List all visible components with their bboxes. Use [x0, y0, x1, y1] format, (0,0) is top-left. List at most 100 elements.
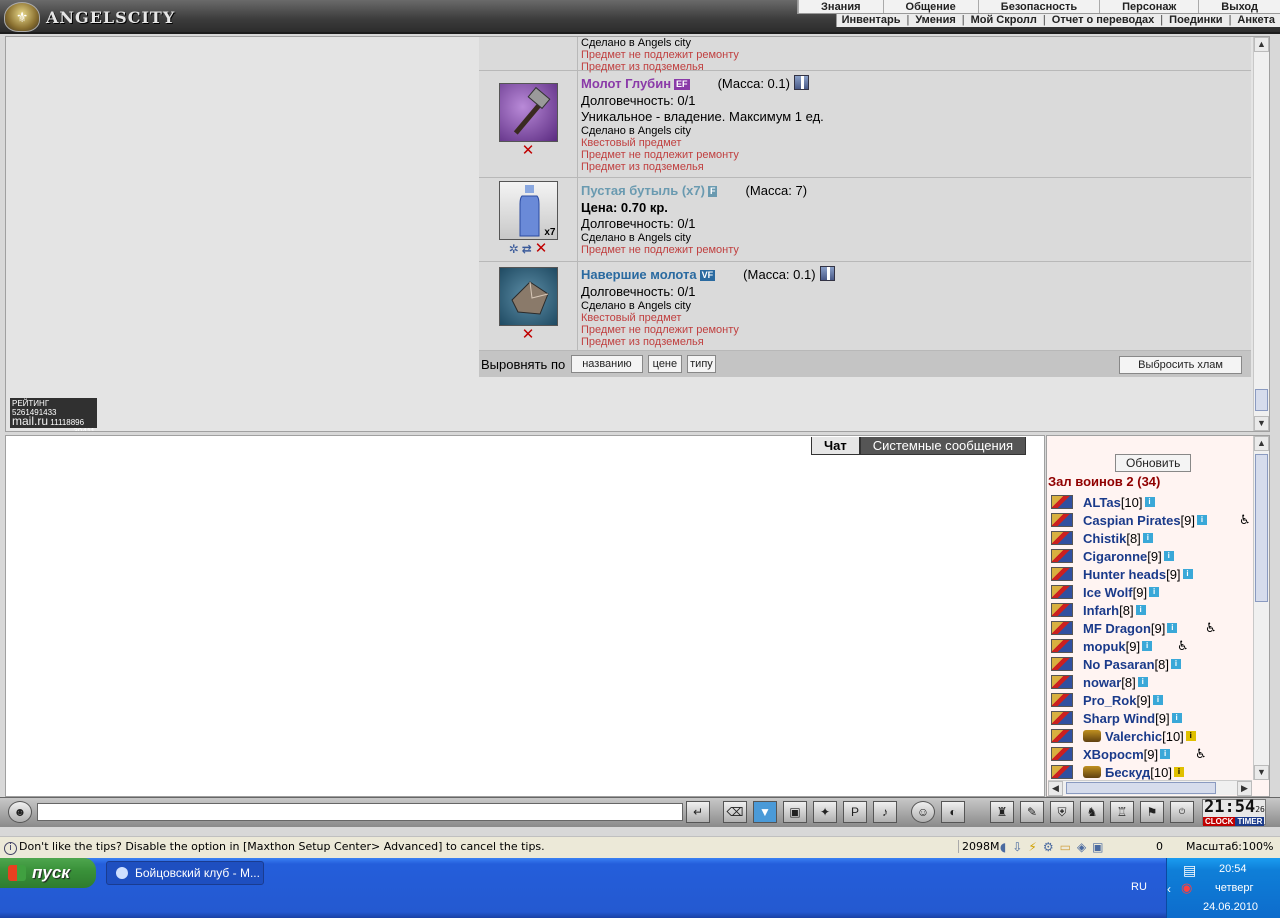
delete-icon[interactable]: ✕	[522, 143, 535, 158]
private-message-icon[interactable]	[1051, 639, 1073, 653]
private-message-icon[interactable]	[1051, 693, 1073, 707]
menu-communication[interactable]: Общение	[882, 0, 978, 13]
scroll-thumb[interactable]	[1255, 389, 1268, 411]
download-icon[interactable]: ⇩	[1012, 840, 1022, 854]
tab-system-messages[interactable]: Системные сообщения	[859, 437, 1026, 455]
submenu-transfer-report[interactable]: Отчет о переводах	[1047, 14, 1160, 27]
user-name[interactable]: Caspian Pirates	[1083, 513, 1181, 528]
private-message-icon[interactable]	[1051, 621, 1073, 635]
tray-time[interactable]: 20:54	[1219, 863, 1247, 875]
private-message-icon[interactable]	[1051, 603, 1073, 617]
info-icon[interactable]: i	[1142, 641, 1153, 651]
private-message-icon[interactable]	[1051, 549, 1073, 563]
smiley-icon[interactable]: ☺	[911, 801, 935, 823]
clock-label[interactable]: CLOCK	[1203, 817, 1236, 826]
menu-exit[interactable]: Выход	[1198, 0, 1280, 13]
antivirus-icon[interactable]: ◉	[1181, 880, 1192, 896]
online-scrollbar[interactable]: ▲ ▼	[1253, 436, 1269, 780]
folder-icon[interactable]: ▭	[1060, 840, 1071, 854]
tray-expand-icon[interactable]: ‹	[1167, 882, 1171, 896]
user-name[interactable]: Hunter heads	[1083, 567, 1166, 582]
user-name[interactable]: Chistik	[1083, 531, 1126, 546]
fighter-icon[interactable]: ✦	[813, 801, 837, 823]
private-message-icon[interactable]	[1051, 729, 1073, 743]
info-icon[interactable]: i	[1160, 749, 1171, 759]
save-icon[interactable]: ▣	[783, 801, 807, 823]
info-icon[interactable]: i	[1137, 677, 1148, 687]
user-name[interactable]: Sharp Wind	[1083, 711, 1155, 726]
clan-icon[interactable]	[1083, 730, 1101, 742]
scroll-up-icon[interactable]: ▲	[1254, 436, 1269, 451]
user-name[interactable]: Ice Wolf	[1083, 585, 1133, 600]
layers-icon[interactable]: ◈	[1077, 840, 1086, 854]
info-icon[interactable]: i	[1185, 731, 1196, 741]
scroll-down-icon[interactable]: ▼	[1254, 416, 1269, 431]
info-icon[interactable]: i	[1173, 767, 1184, 777]
castle-icon[interactable]: ♖	[1110, 801, 1134, 823]
sort-by-price-button[interactable]: цене	[647, 355, 683, 373]
refresh-button[interactable]: Обновить	[1115, 454, 1192, 472]
bag-icon[interactable]: ♜	[990, 801, 1014, 823]
pommel-icon[interactable]	[498, 267, 558, 326]
submenu-fights[interactable]: Поединки	[1164, 14, 1227, 27]
rating-counter[interactable]: РЕЙТИНГ 5261491433 mail.ru 11118896 3941…	[10, 398, 97, 431]
info-icon[interactable]: i	[1135, 605, 1146, 615]
info-icon[interactable]: i	[1142, 533, 1153, 543]
split-icon[interactable]: ✲	[509, 242, 519, 256]
info-icon[interactable]: i	[1149, 587, 1160, 597]
private-message-icon[interactable]	[1051, 531, 1073, 545]
scroll-right-icon[interactable]: ▶	[1237, 781, 1252, 796]
user-name[interactable]: Pro_Rok	[1083, 693, 1136, 708]
speaker-icon[interactable]: ◖	[1000, 840, 1006, 854]
language-indicator[interactable]: RU	[1131, 881, 1147, 893]
online-hscrollbar[interactable]: ◀ ▶	[1048, 780, 1252, 796]
sort-by-type-button[interactable]: типу	[687, 355, 716, 373]
user-name[interactable]: Cigaronne	[1083, 549, 1147, 564]
timer-label[interactable]: TIMER	[1235, 817, 1265, 826]
inventory-scrollbar[interactable]: ▲ ▼	[1253, 37, 1269, 431]
exit-icon[interactable]: ⏻	[1170, 801, 1194, 823]
info-icon[interactable]: i	[1171, 713, 1182, 723]
scroll-left-icon[interactable]: ◀	[1048, 781, 1063, 796]
delete-icon[interactable]: ✕	[522, 327, 535, 342]
submenu-inventory[interactable]: Инвентарь	[837, 14, 906, 27]
submenu-profile[interactable]: Анкета	[1232, 14, 1280, 27]
clear-icon[interactable]: ⌫	[723, 801, 747, 823]
lightning-icon[interactable]: ⚡	[1028, 840, 1036, 854]
info-icon[interactable]: i	[1197, 515, 1208, 525]
menu-security[interactable]: Безопасность	[977, 0, 1099, 13]
send-icon[interactable]: ↵	[686, 801, 710, 823]
user-name[interactable]: No Pasaran	[1083, 657, 1155, 672]
throw-junk-button[interactable]: Выбросить хлам	[1119, 356, 1242, 374]
spy-icon[interactable]: ◐	[941, 801, 965, 823]
private-message-icon[interactable]	[1051, 567, 1073, 581]
proxy-icon[interactable]: ⚙	[1043, 840, 1054, 854]
clan-icon[interactable]	[1083, 766, 1101, 778]
user-name[interactable]: XBopocm	[1083, 747, 1144, 762]
item-name[interactable]: Пустая бутыль (x7)	[581, 183, 705, 198]
scroll-up-icon[interactable]: ▲	[1254, 37, 1269, 52]
private-message-icon[interactable]	[1051, 747, 1073, 761]
user-name[interactable]: Бескуд	[1105, 765, 1150, 780]
sound-icon[interactable]: ♪	[873, 801, 897, 823]
game-logo[interactable]: ⚜ ANGELSCITY	[4, 2, 175, 32]
tab-chat[interactable]: Чат	[810, 437, 860, 455]
submenu-skills[interactable]: Умения	[910, 14, 960, 27]
private-message-icon[interactable]	[1051, 765, 1073, 779]
submenu-my-scroll[interactable]: Мой Скролл	[966, 14, 1042, 27]
info-icon[interactable]: i	[1152, 695, 1163, 705]
user-name[interactable]: nowar	[1083, 675, 1121, 690]
knight-icon[interactable]: ♞	[1080, 801, 1104, 823]
user-name[interactable]: MF Dragon	[1083, 621, 1151, 636]
private-message-icon[interactable]	[1051, 711, 1073, 725]
item-name[interactable]: Навершие молота	[581, 267, 697, 282]
hammer-icon[interactable]	[498, 83, 558, 142]
game-clock[interactable]: 21:5426 CLOCK TIMER	[1202, 799, 1266, 826]
item-name[interactable]: Молот Глубин	[581, 76, 671, 91]
sort-by-name-button[interactable]: названию	[571, 355, 643, 373]
armor-icon[interactable]: ⛨	[1050, 801, 1074, 823]
scroll-icon[interactable]: ✎	[1020, 801, 1044, 823]
private-message-icon[interactable]	[1051, 657, 1073, 671]
user-name[interactable]: ALTas	[1083, 495, 1121, 510]
filter-icon[interactable]: ▼	[753, 801, 777, 823]
